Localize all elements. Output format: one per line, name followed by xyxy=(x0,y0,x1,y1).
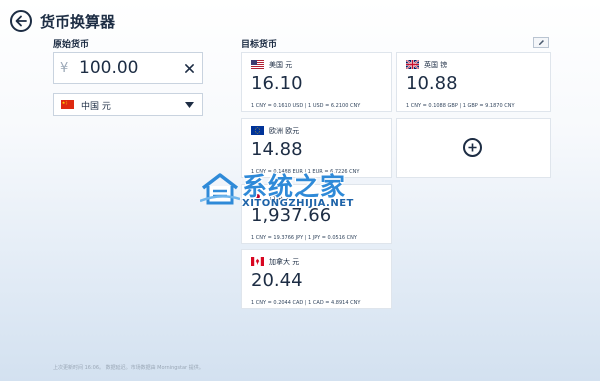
canada-flag-icon xyxy=(251,257,264,266)
converted-value: 16.10 xyxy=(251,73,303,94)
currency-card-cad[interactable]: 加拿大 元 20.44 1 CNY = 0.2044 CAD | 1 CAD =… xyxy=(241,249,392,309)
pencil-icon xyxy=(538,40,544,46)
arrow-left-icon xyxy=(15,15,27,27)
amount-input[interactable]: ¥ 100.00 xyxy=(53,52,203,84)
converted-value: 10.88 xyxy=(406,73,458,94)
converted-value: 14.88 xyxy=(251,139,303,160)
currency-name: 美国 元 xyxy=(269,61,293,69)
source-currency-select[interactable]: 中国 元 xyxy=(53,93,203,116)
currency-symbol: ¥ xyxy=(60,61,69,76)
converted-value: 1,937.66 xyxy=(251,205,332,226)
uk-flag-icon xyxy=(406,60,419,69)
add-currency-button[interactable] xyxy=(396,118,551,178)
exchange-rate: 1 CNY = 0.1488 EUR | 1 EUR = 6.7226 CNY xyxy=(251,169,360,175)
currency-card-gbp[interactable]: 英国 镑 10.88 1 CNY = 0.1088 GBP | 1 GBP = … xyxy=(396,52,551,112)
japan-flag-icon xyxy=(251,192,264,201)
currency-name: 欧洲 欧元 xyxy=(269,127,300,135)
china-flag-icon xyxy=(61,100,74,109)
us-flag-icon xyxy=(251,60,264,69)
exchange-rate: 1 CNY = 0.2044 CAD | 1 CAD = 4.8914 CNY xyxy=(251,300,361,306)
converted-value: 20.44 xyxy=(251,270,303,291)
house-logo-icon xyxy=(200,173,240,205)
eu-flag-icon xyxy=(251,126,264,135)
data-source-note: 上次更新时间 16:06。 数据延迟。市场数据由 Morningstar 提供。 xyxy=(53,365,204,371)
currency-name: 加拿大 元 xyxy=(269,258,300,266)
currency-name: 英国 镑 xyxy=(424,61,448,69)
currency-card-eur[interactable]: 欧洲 欧元 14.88 1 CNY = 0.1488 EUR | 1 EUR =… xyxy=(241,118,392,178)
exchange-rate: 1 CNY = 0.1088 GBP | 1 GBP = 9.1870 CNY xyxy=(406,103,515,109)
amount-value[interactable]: 100.00 xyxy=(79,58,138,78)
chevron-down-icon xyxy=(185,102,194,108)
source-currency-name: 中国 元 xyxy=(81,102,111,112)
page-title: 货币换算器 xyxy=(40,13,116,31)
currency-name: 日本 元 xyxy=(269,193,293,201)
edit-button[interactable] xyxy=(533,37,549,48)
source-currency-label: 原始货币 xyxy=(53,40,90,50)
clear-icon[interactable] xyxy=(182,61,196,75)
currency-card-usd[interactable]: 美国 元 16.10 1 CNY = 0.1610 USD | 1 USD = … xyxy=(241,52,392,112)
target-currency-label: 目标货币 xyxy=(241,40,278,50)
exchange-rate: 1 CNY = 0.1610 USD | 1 USD = 6.2100 CNY xyxy=(251,103,361,109)
currency-card-jpy[interactable]: 日本 元 1,937.66 1 CNY = 19.3766 JPY | 1 JP… xyxy=(241,184,392,244)
exchange-rate: 1 CNY = 19.3766 JPY | 1 JPY = 0.0516 CNY xyxy=(251,235,357,241)
plus-icon xyxy=(463,138,482,157)
back-button[interactable] xyxy=(10,10,32,32)
